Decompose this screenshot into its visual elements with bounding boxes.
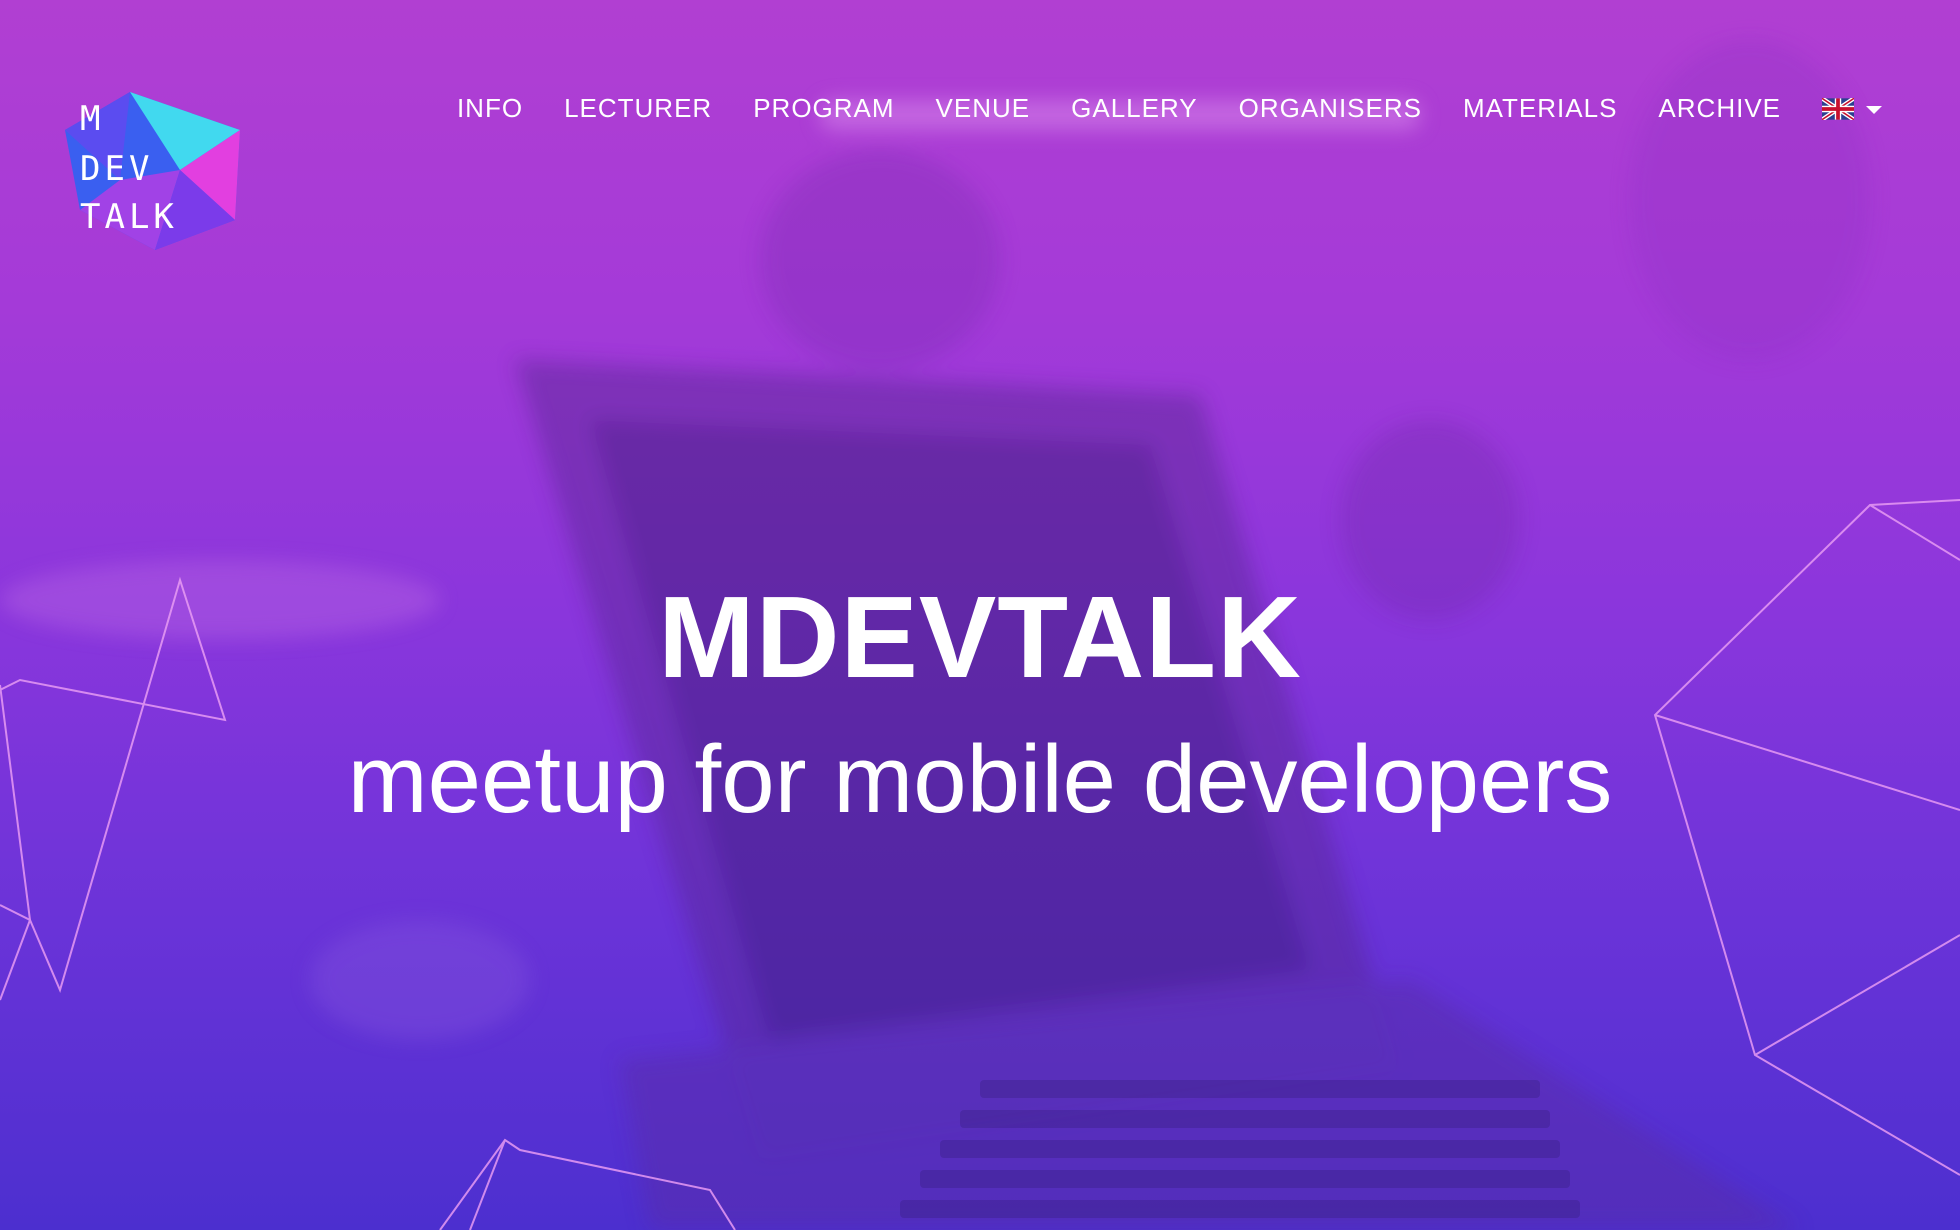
navbar: M DEV TALK INFO LECTURER PROGRAM VENUE G… xyxy=(0,0,1960,250)
nav-item-materials[interactable]: MATERIALS xyxy=(1463,93,1617,124)
mdevtalk-logo[interactable]: M DEV TALK xyxy=(60,90,250,250)
nav-item-gallery[interactable]: GALLERY xyxy=(1071,93,1197,124)
caret-down-icon xyxy=(1866,105,1882,114)
language-selector[interactable] xyxy=(1822,97,1882,120)
nav-item-lecturer[interactable]: LECTURER xyxy=(564,93,712,124)
hero-title: MDEVTALK xyxy=(658,572,1302,702)
nav-item-archive[interactable]: ARCHIVE xyxy=(1658,93,1781,124)
logo-text-m: M xyxy=(80,99,100,139)
uk-flag-icon xyxy=(1822,97,1854,120)
logo-text-talk: TALK xyxy=(80,197,178,237)
hero-subtitle: meetup for mobile developers xyxy=(347,726,1613,833)
nav-item-info[interactable]: INFO xyxy=(457,93,523,124)
nav-item-program[interactable]: PROGRAM xyxy=(753,93,894,124)
logo-icon: M DEV TALK xyxy=(65,92,240,250)
logo-text-dev: DEV xyxy=(80,149,153,189)
nav-item-organisers[interactable]: ORGANISERS xyxy=(1239,93,1422,124)
main-nav: INFO LECTURER PROGRAM VENUE GALLERY ORGA… xyxy=(457,93,1882,124)
nav-item-venue[interactable]: VENUE xyxy=(936,93,1031,124)
